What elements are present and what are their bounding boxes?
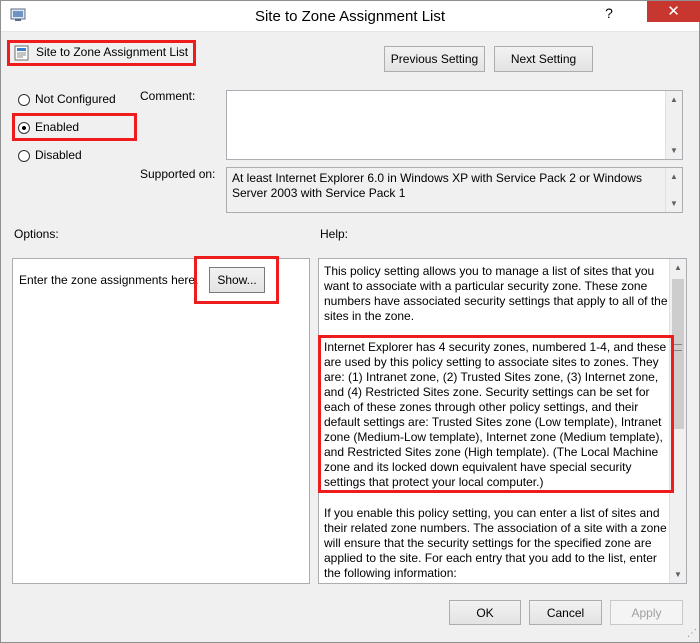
radio-not-configured-circle[interactable] — [18, 94, 30, 106]
apply-button[interactable]: Apply — [610, 600, 683, 625]
comment-textarea[interactable]: ▲ ▼ — [226, 90, 683, 160]
help-paragraph: This policy setting allows you to manage… — [324, 264, 668, 323]
scroll-up-icon[interactable]: ▲ — [666, 168, 682, 185]
supported-on-value: At least Internet Explorer 6.0 in Window… — [232, 171, 642, 200]
window-title: Site to Zone Assignment List — [254, 8, 446, 25]
options-panel: Enter the zone assignments here. — [12, 258, 310, 584]
help-paragraph: If you enable this policy setting, you c… — [324, 506, 667, 580]
close-button[interactable]: ✕ — [647, 1, 700, 22]
options-label: Options: — [14, 227, 59, 241]
radio-disabled-circle[interactable] — [18, 150, 30, 162]
help-label: Help: — [320, 227, 349, 241]
setting-name: Site to Zone Assignment List — [36, 45, 189, 59]
cancel-button[interactable]: Cancel — [529, 600, 602, 625]
zone-instruction-text: Enter the zone assignments here. — [19, 273, 199, 287]
comment-label: Comment: — [140, 89, 196, 103]
ok-button[interactable]: OK — [449, 600, 521, 625]
scroll-up-icon[interactable]: ▲ — [670, 259, 686, 276]
resize-grip-icon[interactable]: ⋰ — [685, 628, 697, 640]
scroll-down-icon[interactable]: ▼ — [666, 142, 682, 159]
radio-disabled-label: Disabled — [35, 148, 82, 162]
supported-scrollbar[interactable]: ▲ ▼ — [665, 168, 682, 212]
next-setting-button[interactable]: Next Setting — [494, 46, 593, 72]
grip-icon — [674, 344, 682, 351]
comment-scrollbar[interactable]: ▲ ▼ — [665, 91, 682, 159]
scroll-up-icon[interactable]: ▲ — [666, 91, 682, 108]
help-button[interactable]: ? — [598, 3, 620, 23]
show-highlight-box — [194, 256, 279, 304]
enabled-highlight-box — [12, 113, 137, 141]
scroll-down-icon[interactable]: ▼ — [670, 566, 686, 583]
help-highlight-box — [318, 335, 674, 493]
radio-not-configured-label: Not Configured — [35, 92, 116, 106]
policy-setting-icon — [14, 45, 29, 61]
setting-name-box: Site to Zone Assignment List — [7, 40, 196, 66]
title-bar: Site to Zone Assignment List ? ✕ — [1, 1, 700, 32]
supported-on-label: Supported on: — [140, 167, 216, 181]
previous-setting-button[interactable]: Previous Setting — [384, 46, 485, 72]
policy-dialog: Site to Zone Assignment List ? ✕ Site to… — [0, 0, 700, 643]
supported-on-field: At least Internet Explorer 6.0 in Window… — [226, 167, 683, 213]
scroll-down-icon[interactable]: ▼ — [666, 195, 682, 212]
